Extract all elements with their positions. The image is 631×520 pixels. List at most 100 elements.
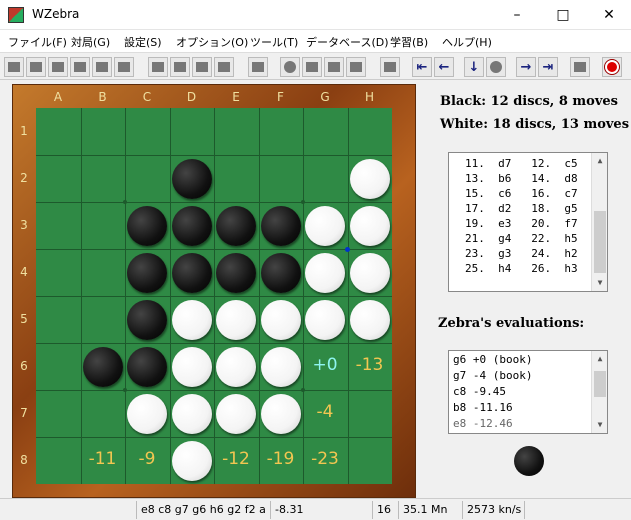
star-point: [123, 388, 127, 392]
black-disc: [216, 252, 257, 293]
evaluation-row[interactable]: g7 -4 (book): [453, 369, 532, 382]
status-nodes: 35.1 Mn: [398, 501, 460, 519]
scroll-up-icon[interactable]: ▲: [592, 153, 608, 169]
row-label: 1: [20, 124, 28, 138]
grid-line: [36, 437, 392, 438]
hint-icon: [384, 62, 396, 72]
black-disc: [171, 205, 212, 246]
evaluations-title: Zebra's evaluations:: [438, 316, 585, 331]
white-disc: [216, 299, 257, 340]
lock-button[interactable]: [170, 57, 190, 77]
move-list-scrollbar[interactable]: ▲ ▼: [591, 153, 607, 291]
menu-game[interactable]: 対局(G): [71, 34, 110, 50]
move-evaluation-b8[interactable]: -11: [81, 449, 125, 469]
black-score: Black: 12 discs, 8 moves: [440, 94, 618, 109]
new-board-button[interactable]: [4, 57, 24, 77]
menu-help[interactable]: ヘルプ(H): [442, 34, 492, 50]
menu-database[interactable]: データベース(D): [306, 34, 389, 50]
menu-tools[interactable]: ツール(T): [250, 34, 298, 50]
swap-button[interactable]: [214, 57, 234, 77]
title-bar: WZebra – □ ✕: [0, 0, 631, 30]
move-evaluation-c8[interactable]: -9: [125, 449, 169, 469]
quit-button[interactable]: [602, 57, 622, 77]
white-disc: [216, 393, 257, 434]
scroll-down-icon[interactable]: ▼: [592, 275, 608, 291]
evaluation-row[interactable]: c8 -9.45: [453, 385, 506, 398]
forward-button[interactable]: →: [516, 57, 536, 77]
maximize-button[interactable]: □: [540, 0, 586, 30]
row-label: 7: [20, 406, 28, 420]
scroll-up-icon[interactable]: ▲: [592, 351, 608, 367]
save-icon: [96, 62, 108, 72]
first-move-button[interactable]: ⇤: [412, 57, 432, 77]
white-disc: [260, 393, 301, 434]
evaluation-row[interactable]: b8 -11.16: [453, 401, 513, 414]
last-move-button[interactable]: ⇥: [538, 57, 558, 77]
unlock-button[interactable]: [192, 57, 212, 77]
square-icon: [328, 62, 340, 72]
move-evaluation-f8[interactable]: -19: [259, 449, 303, 469]
copy-icon: [52, 62, 64, 72]
status-depth: 16: [372, 501, 396, 519]
move-evaluation-g6[interactable]: +0: [303, 355, 347, 375]
square-button-2[interactable]: [346, 57, 366, 77]
play-button[interactable]: [148, 57, 168, 77]
flip-board-button[interactable]: [570, 57, 590, 77]
column-label: G: [320, 90, 330, 104]
move-evaluation-g7[interactable]: -4: [303, 402, 347, 422]
diagonal-icon: [574, 62, 586, 72]
evaluation-row[interactable]: e8 -12.46: [453, 417, 513, 430]
move-row: 23. g3 24. h2: [465, 247, 578, 260]
hint-button[interactable]: [380, 57, 400, 77]
column-label: C: [142, 90, 152, 104]
column-label: D: [186, 90, 197, 104]
square-button-1[interactable]: [324, 57, 344, 77]
open-button[interactable]: [48, 57, 68, 77]
menu-learn[interactable]: 学習(B): [390, 34, 428, 50]
white-disc: [349, 158, 390, 199]
folder-button[interactable]: [114, 57, 134, 77]
bulb-button[interactable]: [486, 57, 506, 77]
status-speed: 2573 kn/s: [462, 501, 522, 519]
move-row: 19. e3 20. f7: [465, 217, 578, 230]
evaluations-scrollbar[interactable]: ▲ ▼: [591, 351, 607, 433]
menu-file[interactable]: ファイル(F): [8, 34, 67, 50]
evaluation-row[interactable]: g6 +0 (book): [453, 353, 532, 366]
move-evaluation-h6[interactable]: -13: [348, 355, 392, 375]
scroll-thumb[interactable]: [594, 371, 606, 397]
back-button[interactable]: ←: [434, 57, 454, 77]
move-row: 21. g4 22. h5: [465, 232, 578, 245]
last-move-marker: [345, 246, 350, 252]
lightbulb-icon: [490, 61, 502, 73]
minimize-button[interactable]: –: [494, 0, 540, 30]
app-icon: [8, 7, 24, 23]
play-icon: [152, 62, 164, 72]
unlock-icon: [196, 62, 208, 72]
clock-button[interactable]: [280, 57, 300, 77]
stop-button[interactable]: [302, 57, 322, 77]
toolbar: ⇤ ← ↓ → ⇥: [0, 52, 631, 80]
export-button[interactable]: [92, 57, 112, 77]
down-button[interactable]: ↓: [464, 57, 484, 77]
black-disc: [82, 346, 123, 387]
move-row: 13. b6 14. d8: [465, 172, 578, 185]
save-button[interactable]: [70, 57, 90, 77]
white-disc: [349, 252, 390, 293]
menu-settings[interactable]: 設定(S): [124, 34, 162, 50]
menu-options[interactable]: オプション(O): [176, 34, 248, 50]
move-list[interactable]: 11. d7 12. c5 13. b6 14. d8 15. c6 16. c7 1…: [448, 152, 608, 292]
white-disc: [127, 393, 168, 434]
close-button[interactable]: ✕: [586, 0, 631, 30]
scroll-thumb[interactable]: [594, 211, 606, 273]
new-game-button[interactable]: [26, 57, 46, 77]
evaluations-list[interactable]: g6 +0 (book) g7 -4 (book) c8 -9.45 b8 -11.1…: [448, 350, 608, 434]
black-disc: [260, 252, 301, 293]
grid-line: [36, 390, 392, 391]
column-label: B: [98, 90, 107, 104]
row-label: 5: [20, 312, 28, 326]
analyze-button[interactable]: [248, 57, 268, 77]
move-row: 25. h4 26. h3: [465, 262, 578, 275]
scroll-down-icon[interactable]: ▼: [592, 417, 608, 433]
move-evaluation-e8[interactable]: -12: [214, 449, 258, 469]
move-evaluation-g8[interactable]: -23: [303, 449, 347, 469]
